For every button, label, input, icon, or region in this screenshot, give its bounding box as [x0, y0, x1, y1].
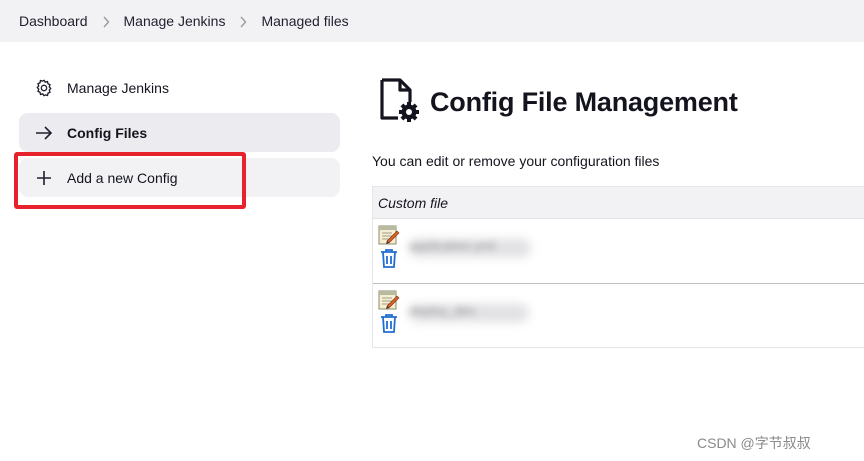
breadcrumb-dashboard[interactable]: Dashboard [19, 13, 88, 29]
table-row: application.yml [373, 218, 864, 283]
table-header: Custom file [373, 187, 864, 218]
plus-icon [31, 170, 57, 186]
breadcrumb-managed-files[interactable]: Managed files [261, 13, 348, 29]
sidebar-item-config-files[interactable]: Config Files [19, 113, 340, 152]
watermark: CSDN @字节叔叔 [697, 435, 811, 451]
page-title: Config File Management [430, 87, 738, 117]
trash-icon[interactable] [380, 313, 398, 338]
table-row: deploy_dev [373, 283, 864, 348]
page-description: You can edit or remove your configuratio… [372, 153, 660, 169]
chevron-right-icon [88, 13, 124, 29]
file-name-link[interactable]: deploy_dev [409, 303, 476, 318]
file-name-link[interactable]: application.yml [409, 238, 495, 253]
chevron-right-icon [225, 13, 261, 29]
arrow-right-icon [31, 125, 57, 141]
edit-notepad-icon[interactable] [378, 224, 400, 251]
config-file-gear-icon [378, 76, 420, 129]
sidebar-item-label: Add a new Config [67, 169, 178, 186]
page-header: Config File Management [378, 76, 738, 129]
sidebar-item-label: Manage Jenkins [67, 79, 169, 96]
sidebar-item-add-new-config[interactable]: Add a new Config [19, 158, 340, 197]
breadcrumb: Dashboard Manage Jenkins Managed files [0, 0, 864, 42]
config-file-table: Custom file application.yml deploy_dev [372, 186, 864, 348]
edit-notepad-icon[interactable] [378, 289, 400, 316]
sidebar-item-manage-jenkins[interactable]: Manage Jenkins [19, 68, 340, 107]
sidebar-item-label: Config Files [67, 124, 148, 141]
gear-icon [31, 78, 57, 98]
breadcrumb-manage-jenkins[interactable]: Manage Jenkins [124, 13, 226, 29]
trash-icon[interactable] [380, 248, 398, 273]
